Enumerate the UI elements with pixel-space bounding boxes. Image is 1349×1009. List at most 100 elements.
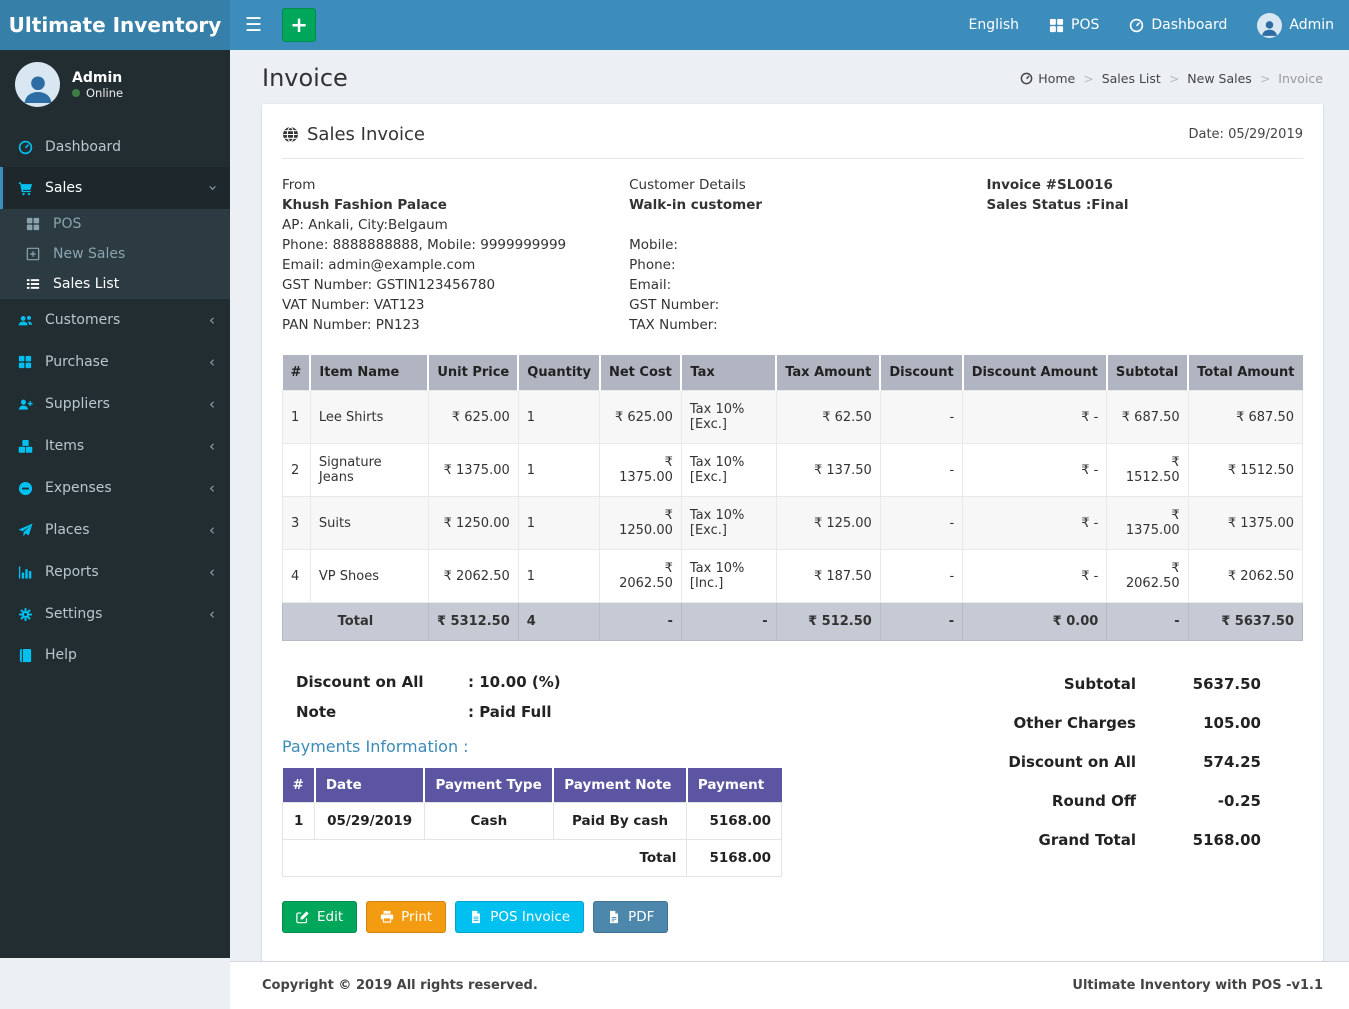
breadcrumb-sales-list[interactable]: Sales List (1102, 71, 1161, 86)
copyright-text: Copyright © 2019 All rights reserved. (262, 978, 538, 993)
quick-add-button[interactable]: + (282, 8, 316, 42)
invoice-number: Invoice #SL0016 (986, 175, 1303, 195)
from-phone: Phone: 8888888888, Mobile: 9999999999 (282, 235, 629, 255)
cell: ₹ 62.50 (776, 391, 880, 444)
cubes-icon (15, 439, 35, 454)
sidebar-item-sales[interactable]: Sales ‹ (0, 167, 230, 209)
sidebar-item-label: Items (45, 438, 84, 454)
cell: ₹ - (963, 391, 1107, 444)
version-text: Ultimate Inventory with POS -v1.1 (1072, 978, 1323, 993)
sidebar-user-panel: Admin Online (0, 50, 230, 121)
discount-on-all-value: : 10.00 (%) (468, 673, 561, 691)
cell: 2 (283, 444, 311, 497)
cell: Tax 10%[Exc.] (681, 444, 776, 497)
breadcrumb: Home > Sales List > New Sales > Invoice (1020, 71, 1323, 86)
customer-block: Customer Details Walk-in customer Mobile… (629, 175, 986, 335)
sidebar-item-settings[interactable]: Settings ‹ (0, 593, 230, 635)
sidebar-item-sales-list[interactable]: Sales List (0, 269, 230, 299)
navbar-dashboard-link[interactable]: Dashboard (1114, 0, 1242, 50)
cell: Tax 10%[Exc.] (681, 391, 776, 444)
discount-on-all-row: Discount on All : 10.00 (%) (296, 673, 813, 691)
column-header: Payment Type (424, 768, 553, 803)
column-header: Payment Note (553, 768, 687, 803)
table-row: 4 VP Shoes ₹ 2062.50 1 ₹ 2062.50 Tax 10%… (283, 550, 1303, 603)
sidebar-item-purchase[interactable]: Purchase ‹ (0, 341, 230, 383)
cell: Lee Shirts (310, 391, 428, 444)
dashboard-icon (1020, 72, 1033, 85)
from-address: AP: Ankali, City:Belgaum (282, 215, 629, 235)
app-brand[interactable]: Ultimate Inventory (0, 0, 230, 50)
sidebar-item-places[interactable]: Places ‹ (0, 509, 230, 551)
sidebar-user-status[interactable]: Online (72, 86, 123, 100)
column-header: # (283, 768, 315, 803)
sales-status: Sales Status :Final (986, 195, 1303, 215)
calculator-icon (1049, 18, 1064, 33)
from-gst: GST Number: GSTIN123456780 (282, 275, 629, 295)
sidebar-item-reports[interactable]: Reports ‹ (0, 551, 230, 593)
sidebar-item-pos[interactable]: POS (0, 209, 230, 239)
cell: ₹ 187.50 (776, 550, 880, 603)
user-menu[interactable]: Admin (1242, 0, 1349, 50)
sidebar-toggle-icon[interactable]: ☰ (230, 0, 277, 50)
edit-button[interactable]: Edit (282, 901, 357, 933)
summary-value: -0.25 (1136, 792, 1261, 810)
from-pan: PAN Number: PN123 (282, 315, 629, 335)
user-plus-icon (15, 397, 35, 412)
sidebar-item-label: Places (45, 522, 90, 538)
language-menu[interactable]: English (953, 0, 1034, 50)
sidebar-item-label: Reports (45, 564, 99, 580)
cell: ₹ 2062.50 (1188, 550, 1302, 603)
breadcrumb-home[interactable]: Home (1020, 71, 1075, 86)
sidebar-item-label: Customers (45, 312, 120, 328)
from-email: Email: admin@example.com (282, 255, 629, 275)
summary-label: Discount on All (1008, 753, 1136, 771)
gears-icon (15, 607, 35, 622)
chevron-left-icon: ‹ (209, 563, 215, 581)
cell: Total (283, 840, 687, 877)
cell: - (681, 603, 776, 641)
table-row: 1 Lee Shirts ₹ 625.00 1 ₹ 625.00 Tax 10%… (283, 391, 1303, 444)
pos-invoice-button[interactable]: POS Invoice (455, 901, 584, 933)
cell: ₹ 2062.50 (428, 550, 518, 603)
sidebar-item-dashboard[interactable]: Dashboard (0, 127, 230, 167)
note-value: : Paid Full (468, 703, 552, 721)
breadcrumb-new-sales[interactable]: New Sales (1187, 71, 1252, 86)
cell: ₹ - (963, 497, 1107, 550)
book-icon (15, 648, 35, 663)
cell: VP Shoes (310, 550, 428, 603)
pdf-button[interactable]: PDF (593, 901, 668, 933)
navbar-pos-link[interactable]: POS (1034, 0, 1114, 50)
cell: 5168.00 (687, 803, 782, 840)
payments-heading: Payments Information : (282, 737, 813, 756)
cell: ₹ 5637.50 (1188, 603, 1302, 641)
chevron-left-icon: ‹ (209, 311, 215, 329)
customer-email: Email: (629, 275, 986, 295)
cell: ₹ 137.50 (776, 444, 880, 497)
chevron-left-icon: ‹ (209, 437, 215, 455)
cell: 1 (518, 497, 600, 550)
chevron-left-icon: ‹ (209, 353, 215, 371)
note-row: Note : Paid Full (296, 703, 813, 721)
sidebar-item-items[interactable]: Items ‹ (0, 425, 230, 467)
pdf-file-icon (607, 910, 621, 924)
column-header: Discount Amount (963, 355, 1107, 391)
sidebar-item-suppliers[interactable]: Suppliers ‹ (0, 383, 230, 425)
print-button[interactable]: Print (366, 901, 446, 933)
sidebar-item-expenses[interactable]: Expenses ‹ (0, 467, 230, 509)
cell: Tax 10%[Inc.] (681, 550, 776, 603)
sidebar-item-new-sales[interactable]: New Sales (0, 239, 230, 269)
cell: ₹ - (963, 550, 1107, 603)
cell: ₹ 1512.50 (1188, 444, 1302, 497)
customer-gst: GST Number: (629, 295, 986, 315)
invoice-lower-section: Discount on All : 10.00 (%) Note : Paid … (282, 663, 1303, 933)
sidebar-item-customers[interactable]: Customers ‹ (0, 299, 230, 341)
file-icon (469, 910, 483, 924)
cell: ₹ 625.00 (600, 391, 681, 444)
app-brand-label: Ultimate Inventory (9, 13, 222, 37)
sidebar-item-help[interactable]: Help (0, 635, 230, 675)
cell: ₹ - (963, 444, 1107, 497)
avatar (15, 62, 60, 107)
breadcrumb-separator: > (1083, 71, 1093, 86)
list-icon (23, 277, 43, 291)
chevron-left-icon: ‹ (209, 395, 215, 413)
